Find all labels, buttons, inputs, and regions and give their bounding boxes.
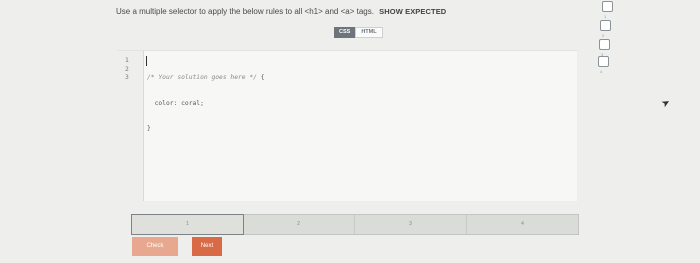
progress-step-label: 1 xyxy=(604,14,607,19)
line-number-gutter: 1 2 3 xyxy=(117,51,144,201)
progress-step-box[interactable] xyxy=(602,1,613,12)
result-cell[interactable]: 3 xyxy=(355,215,467,234)
line-number: 1 xyxy=(125,57,129,64)
next-button[interactable]: Next xyxy=(192,237,222,256)
editor-tabs: CSS HTML xyxy=(334,27,383,38)
code-line: color: coral; xyxy=(147,100,265,109)
instruction-text: Use a multiple selector to apply the bel… xyxy=(116,7,446,16)
line-number: 3 xyxy=(125,74,129,81)
progress-step-box[interactable] xyxy=(599,39,610,50)
code-text: { xyxy=(256,74,265,81)
show-expected-link[interactable]: SHOW EXPECTED xyxy=(379,7,446,16)
mouse-pointer-icon: ➤ xyxy=(659,96,673,111)
code-editor[interactable]: 1 2 3 /* Your solution goes here */ { co… xyxy=(117,50,577,201)
code-text: color: coral; xyxy=(147,99,204,107)
code-line: /* Your solution goes here */ { xyxy=(147,74,265,83)
code-comment: /* Your solution goes here */ xyxy=(147,74,257,81)
result-cell[interactable]: 1 xyxy=(131,214,244,235)
code-content[interactable]: /* Your solution goes here */ { color: c… xyxy=(147,57,265,151)
tab-html[interactable]: HTML xyxy=(355,27,383,38)
test-results-bar: 1 2 3 4 xyxy=(131,214,579,235)
code-line: } xyxy=(147,125,265,134)
progress-step-label: 2 xyxy=(602,33,605,38)
tab-css[interactable]: CSS xyxy=(334,27,356,38)
instruction-label: Use a multiple selector to apply the bel… xyxy=(116,7,374,16)
progress-step-box[interactable] xyxy=(598,56,609,67)
line-number: 2 xyxy=(125,65,129,73)
progress-step-label: 4 xyxy=(600,69,603,74)
progress-step-box[interactable] xyxy=(600,20,611,31)
code-text: } xyxy=(147,125,151,132)
check-button[interactable]: Check xyxy=(132,237,178,256)
result-cell[interactable]: 2 xyxy=(243,215,355,234)
result-cell[interactable]: 4 xyxy=(467,215,578,234)
